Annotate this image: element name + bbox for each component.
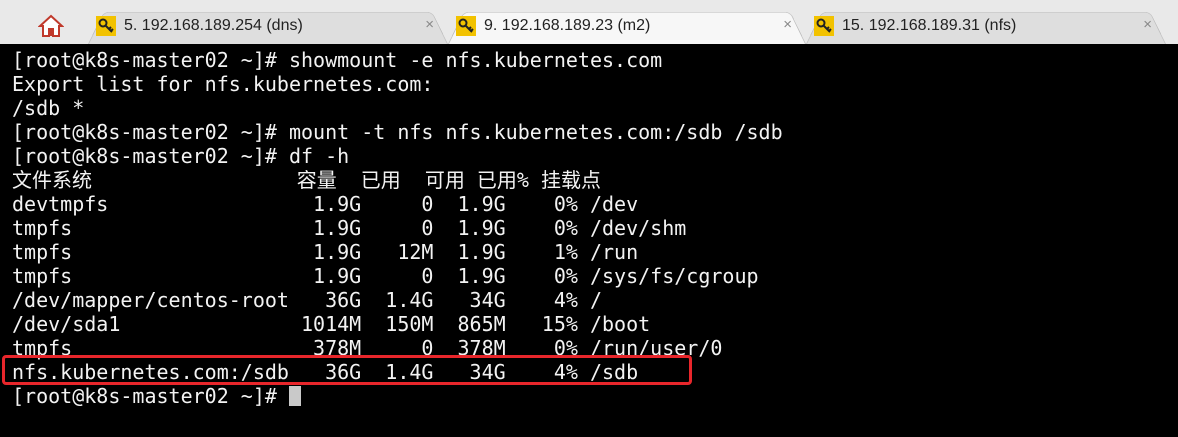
tab-nfs[interactable]: 15. 192.168.189.31 (nfs) × [806,7,1166,44]
tab-bar: 5. 192.168.189.254 (dns) × 9. 192.168.18… [0,0,1178,44]
key-icon [814,15,834,36]
tab-label: 15. 192.168.189.31 (nfs) [842,16,1017,34]
terminal-prompt: [root@k8s-master02 ~]# [12,384,289,408]
terminal-prompt-line[interactable]: [root@k8s-master02 ~]# [12,384,1178,408]
close-icon[interactable]: × [1143,16,1152,33]
tab-m2[interactable]: 9. 192.168.189.23 (m2) × [448,7,806,44]
tab-label: 9. 192.168.189.23 (m2) [484,16,651,34]
terminal-line: /sdb * [12,96,85,120]
home-icon [38,14,64,37]
terminal-line: /dev/sda1 1014M 150M 865M 15% /boot [12,312,651,336]
terminal-line: [root@k8s-master02 ~]# df -h [12,144,350,168]
close-icon[interactable]: × [783,16,792,33]
terminal-line: /dev/mapper/centos-root 36G 1.4G 34G 4% … [12,288,603,312]
close-icon[interactable]: × [425,16,434,33]
terminal-line: [root@k8s-master02 ~]# mount -t nfs nfs.… [12,120,783,144]
terminal-line: devtmpfs 1.9G 0 1.9G 0% /dev [12,192,639,216]
terminal-line: Export list for nfs.kubernetes.com: [12,72,434,96]
tab-label: 5. 192.168.189.254 (dns) [124,16,303,34]
highlight-box [2,355,692,385]
terminal-line: tmpfs 1.9G 12M 1.9G 1% /run [12,240,639,264]
terminal-line: tmpfs 1.9G 0 1.9G 0% /sys/fs/cgroup [12,264,759,288]
terminal-line: tmpfs 1.9G 0 1.9G 0% /dev/shm [12,216,687,240]
key-icon [96,15,116,36]
terminal-line: [root@k8s-master02 ~]# showmount -e nfs.… [12,48,663,72]
terminal-line: 文件系统 容量 已用 可用 已用% 挂载点 [12,168,601,192]
key-icon [456,15,476,36]
home-tab[interactable] [16,7,86,44]
tab-dns[interactable]: 5. 192.168.189.254 (dns) × [88,7,448,44]
text-cursor [288,386,301,406]
